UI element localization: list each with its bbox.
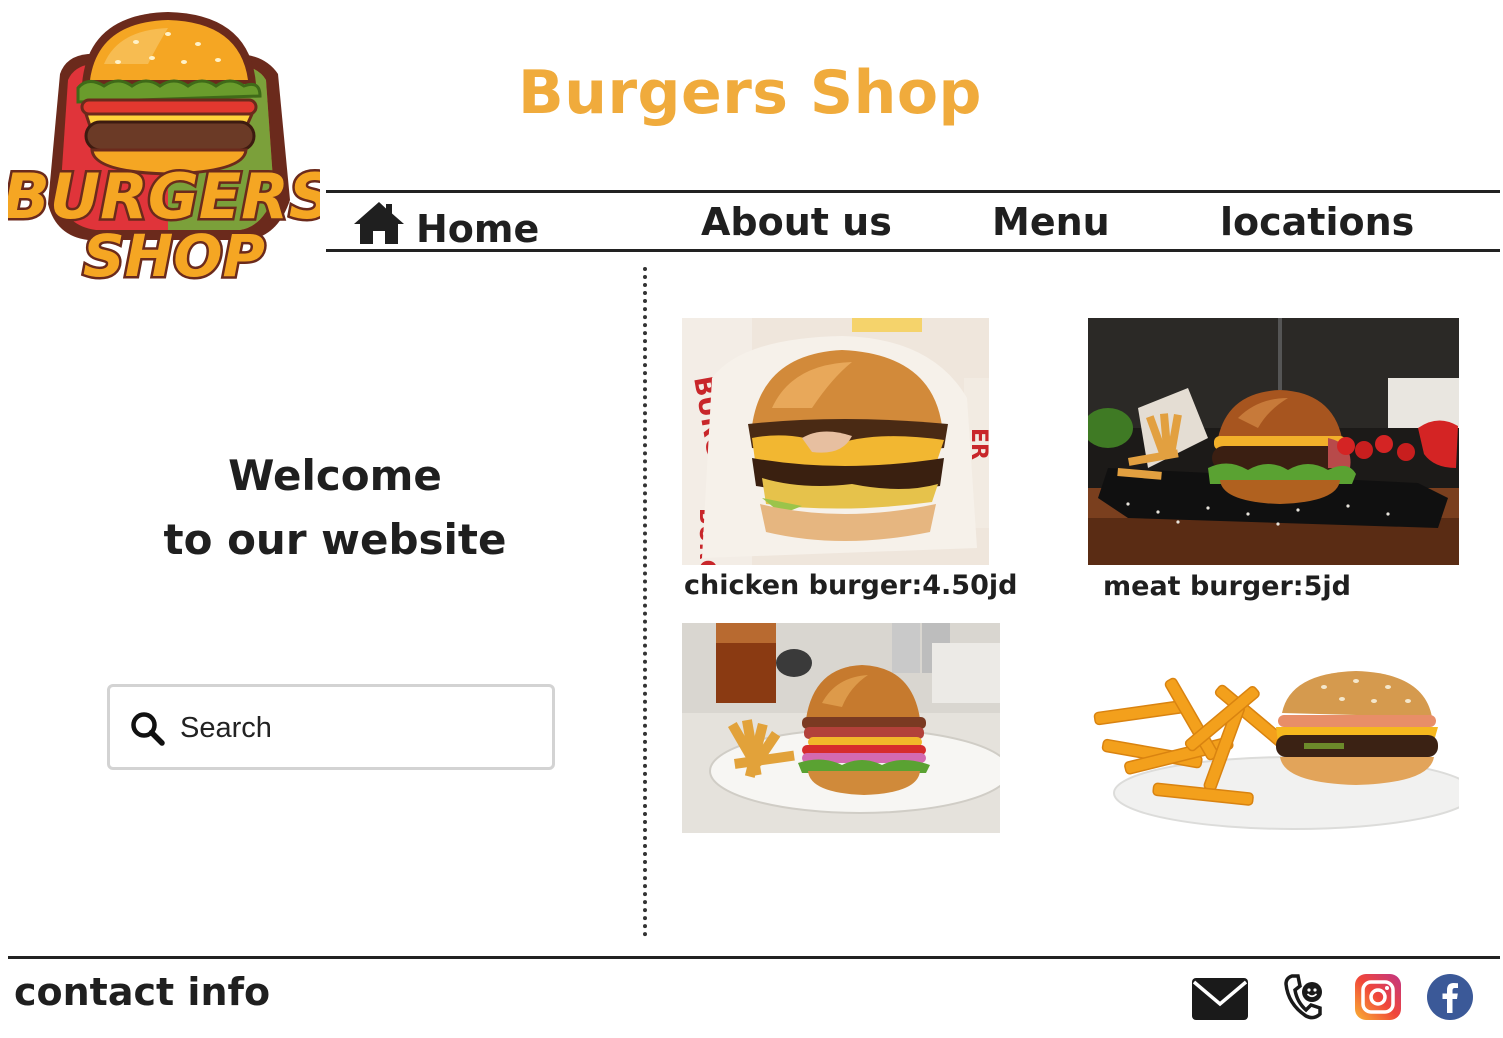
footer-divider xyxy=(8,956,1500,959)
page-title: Burgers Shop xyxy=(518,58,982,128)
contact-info-label: contact info xyxy=(14,970,271,1014)
nav-item-home-label: Home xyxy=(416,207,540,251)
phone-icon[interactable] xyxy=(1284,972,1328,1026)
facebook-icon[interactable] xyxy=(1426,973,1474,1025)
meat-burger-caption: meat burger:5jd xyxy=(1103,571,1351,602)
logo[interactable]: BURGERS SHOP xyxy=(0,4,336,293)
welcome-line-1: Welcome xyxy=(228,451,442,500)
nav-item-about-us[interactable]: About us xyxy=(701,200,892,244)
nav-item-locations[interactable]: locations xyxy=(1220,200,1414,244)
welcome-heading: Welcome to our website xyxy=(120,444,550,572)
welcome-line-2: to our website xyxy=(163,515,507,564)
search-input[interactable] xyxy=(178,705,542,751)
logo-text-line2: SHOP xyxy=(83,222,265,290)
search-box[interactable] xyxy=(107,684,555,770)
chicken-burger-image[interactable]: BURG BURG ER xyxy=(682,318,989,565)
chicken-burger-caption: chicken burger:4.50jd xyxy=(684,570,1018,601)
dotted-divider xyxy=(643,267,647,937)
nav-item-home[interactable]: Home xyxy=(352,200,539,251)
meat-burger-image[interactable] xyxy=(1088,318,1459,565)
instagram-icon[interactable] xyxy=(1354,973,1402,1025)
search-icon xyxy=(131,712,165,746)
nav-top-border xyxy=(326,190,1500,193)
burger-plate-image[interactable] xyxy=(682,623,1000,833)
burger-fries-image[interactable] xyxy=(1064,643,1459,833)
mail-icon[interactable] xyxy=(1190,976,1250,1026)
home-icon xyxy=(354,202,404,244)
nav-item-menu[interactable]: Menu xyxy=(992,200,1110,244)
